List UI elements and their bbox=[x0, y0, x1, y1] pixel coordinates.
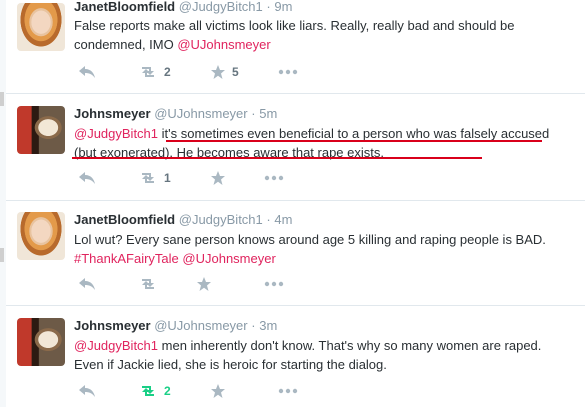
timestamp[interactable]: 3m bbox=[259, 318, 277, 333]
more-icon bbox=[278, 388, 298, 394]
retweet-icon bbox=[142, 279, 154, 289]
user-handle[interactable]: @UJohnsmeyer bbox=[154, 318, 247, 333]
tweet[interactable]: JanetBloomfield @JudgyBitch1 · 9m False … bbox=[6, 0, 585, 94]
tweet-text-content: Lol wut? Every sane person knows around … bbox=[74, 232, 546, 247]
timestamp[interactable]: 9m bbox=[274, 0, 292, 14]
favorite-button[interactable]: 5 bbox=[210, 64, 239, 80]
separator-dot: · bbox=[251, 318, 256, 333]
tweet[interactable]: Johnsmeyer @UJohnsmeyer · 5m @JudgyBitch… bbox=[6, 94, 585, 201]
mention-link[interactable]: @UJohnsmeyer bbox=[177, 37, 270, 52]
mention-link[interactable]: @JudgyBitch1 bbox=[74, 126, 158, 141]
reply-icon bbox=[79, 66, 95, 78]
display-name[interactable]: Johnsmeyer bbox=[74, 106, 151, 121]
retweet-count: 1 bbox=[164, 171, 171, 185]
tweet-text: Lol wut? Every sane person knows around … bbox=[74, 230, 571, 268]
avatar[interactable] bbox=[17, 318, 65, 366]
favorite-button[interactable] bbox=[210, 170, 232, 186]
favorite-button[interactable] bbox=[210, 383, 232, 399]
user-handle[interactable]: @JudgyBitch1 bbox=[179, 212, 263, 227]
retweet-icon bbox=[142, 173, 154, 183]
retweet-icon bbox=[142, 67, 154, 77]
more-icon bbox=[264, 175, 284, 181]
tweet-header: Johnsmeyer @UJohnsmeyer · 5m bbox=[74, 106, 277, 121]
tweet-text: False reports make all victims look like… bbox=[74, 16, 571, 54]
display-name[interactable]: JanetBloomfield bbox=[74, 212, 175, 227]
user-handle[interactable]: @UJohnsmeyer bbox=[154, 106, 247, 121]
tweet-header: JanetBloomfield @JudgyBitch1 · 9m bbox=[74, 0, 292, 14]
tweet-header: Johnsmeyer @UJohnsmeyer · 3m bbox=[74, 318, 277, 333]
retweet-button[interactable]: 2 bbox=[138, 383, 171, 399]
avatar[interactable] bbox=[17, 106, 65, 154]
more-icon bbox=[278, 69, 298, 75]
favorite-button[interactable] bbox=[196, 276, 218, 292]
separator-dot: · bbox=[266, 212, 271, 227]
retweet-icon bbox=[142, 386, 154, 396]
mention-link[interactable]: @UJohnsmeyer bbox=[179, 251, 275, 266]
more-button[interactable] bbox=[278, 383, 298, 399]
favorite-icon bbox=[211, 384, 225, 398]
tweet-header: JanetBloomfield @JudgyBitch1 · 4m bbox=[74, 212, 292, 227]
tweet[interactable]: Johnsmeyer @UJohnsmeyer · 3m @JudgyBitch… bbox=[6, 306, 585, 407]
left-scroll-marker bbox=[0, 248, 4, 262]
separator-dot: · bbox=[251, 106, 256, 121]
annotation-underline bbox=[72, 157, 482, 159]
annotation-underline bbox=[166, 140, 542, 142]
reply-icon bbox=[79, 172, 95, 184]
retweet-button[interactable]: 1 bbox=[138, 170, 171, 186]
tweet-text-content: False reports make all victims look like… bbox=[74, 18, 515, 52]
favorite-icon bbox=[211, 65, 225, 79]
favorite-icon bbox=[197, 277, 211, 291]
display-name[interactable]: JanetBloomfield bbox=[74, 0, 175, 14]
retweet-button[interactable]: 2 bbox=[138, 64, 171, 80]
hashtag-link[interactable]: #ThankAFairyTale bbox=[74, 251, 179, 266]
avatar[interactable] bbox=[17, 3, 65, 51]
retweet-count: 2 bbox=[164, 384, 171, 398]
mention-link[interactable]: @JudgyBitch1 bbox=[74, 338, 158, 353]
reply-icon bbox=[79, 385, 95, 397]
timestamp[interactable]: 4m bbox=[274, 212, 292, 227]
reply-button[interactable] bbox=[78, 64, 96, 80]
more-button[interactable] bbox=[264, 170, 284, 186]
reply-button[interactable] bbox=[78, 170, 96, 186]
timestamp[interactable]: 5m bbox=[259, 106, 277, 121]
display-name[interactable]: Johnsmeyer bbox=[74, 318, 151, 333]
retweet-button[interactable] bbox=[138, 276, 164, 292]
more-icon bbox=[264, 281, 284, 287]
separator-dot: · bbox=[266, 0, 271, 14]
more-button[interactable] bbox=[264, 276, 284, 292]
tweet-text: @JudgyBitch1 men inherently don't know. … bbox=[74, 336, 571, 374]
retweet-count: 2 bbox=[164, 65, 171, 79]
more-button[interactable] bbox=[278, 64, 298, 80]
left-scroll-marker bbox=[0, 92, 4, 106]
favorite-icon bbox=[211, 171, 225, 185]
user-handle[interactable]: @JudgyBitch1 bbox=[179, 0, 263, 14]
reply-button[interactable] bbox=[78, 383, 96, 399]
reply-button[interactable] bbox=[78, 276, 96, 292]
tweet[interactable]: JanetBloomfield @JudgyBitch1 · 4m Lol wu… bbox=[6, 201, 585, 306]
reply-icon bbox=[79, 278, 95, 290]
avatar[interactable] bbox=[17, 212, 65, 260]
favorite-count: 5 bbox=[232, 65, 239, 79]
